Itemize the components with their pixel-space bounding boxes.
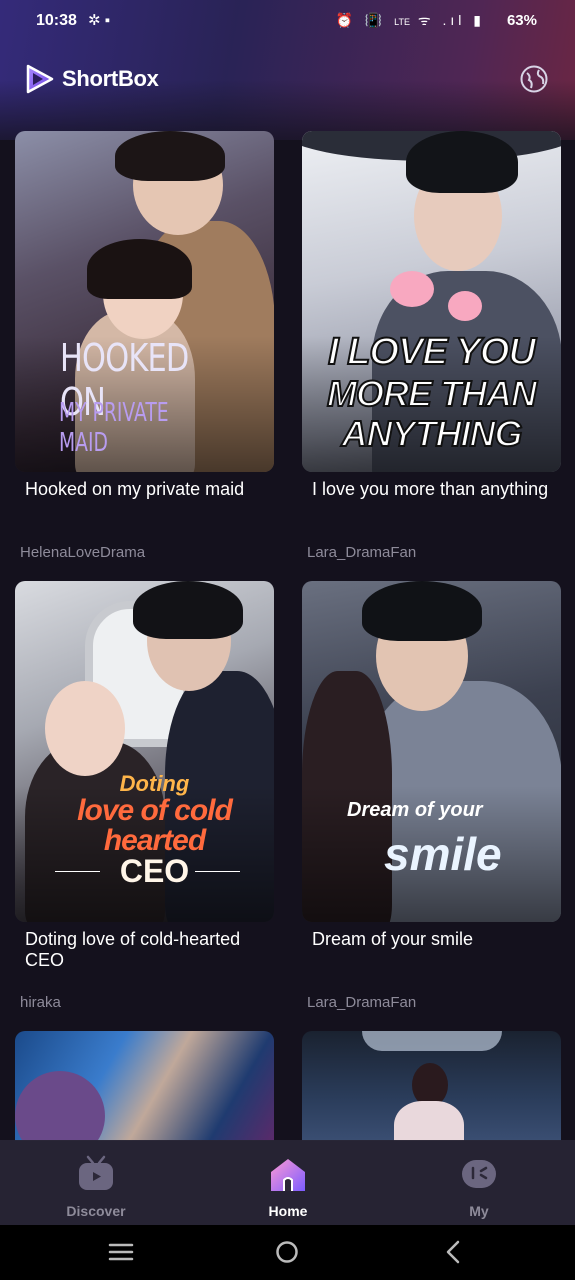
poster-figure (15, 1071, 105, 1141)
poster-figure (115, 131, 225, 181)
drama-card[interactable] (302, 1031, 561, 1141)
poster-title-line: smile (384, 828, 502, 880)
nav-label: My (469, 1203, 489, 1219)
nav-label: Discover (66, 1203, 126, 1219)
heart-shape (390, 271, 434, 307)
app-title: ShortBox (62, 66, 159, 91)
drama-author: hiraka (20, 994, 61, 1011)
drama-card[interactable] (15, 1031, 274, 1141)
status-time: 10:38 (36, 12, 77, 29)
play-triangle-icon (26, 64, 54, 94)
profile-chat-icon (462, 1160, 496, 1188)
status-bar: 10:38 ✲ ▪ ⏰ 📳 LTE ᯤ .ıl ▮ 63% (0, 0, 575, 42)
poster-title-line: Dream of your (347, 799, 483, 821)
drama-title[interactable]: Hooked on my private maid (25, 479, 265, 500)
poster-title-line: MY PRIVATE MAID (59, 398, 169, 458)
home-circle-icon[interactable] (275, 1240, 299, 1264)
drama-poster[interactable]: Dream of your smile (302, 581, 561, 922)
drama-poster[interactable]: HOOKED ON MY PRIVATE MAID (15, 131, 274, 472)
bottom-nav: Discover Home My (0, 1140, 575, 1225)
poster-title-line: ANYTHING (341, 412, 524, 455)
recent-apps-icon[interactable] (108, 1241, 134, 1263)
nav-item-my[interactable]: My (419, 1140, 539, 1225)
globe-icon[interactable] (519, 64, 549, 94)
drama-author: Lara_DramaFan (307, 544, 417, 561)
nav-label: Home (268, 1203, 308, 1219)
nav-item-home[interactable]: Home (228, 1140, 348, 1225)
battery-level: 63% (506, 12, 537, 29)
poster-title-line: I LOVE YOU (327, 330, 537, 374)
heart-shape (448, 291, 482, 321)
drama-title[interactable]: Doting love of cold-hearted CEO (25, 929, 265, 971)
poster-figure (133, 581, 243, 639)
divider (55, 871, 100, 872)
back-icon[interactable] (443, 1239, 463, 1265)
drama-card[interactable]: I LOVE YOU MORE THAN ANYTHING I love you… (302, 131, 561, 571)
drama-card[interactable]: Dream of your smile Dream of your smile … (302, 581, 561, 1021)
chandelier-shape (362, 1031, 502, 1051)
drama-poster[interactable]: I LOVE YOU MORE THAN ANYTHING (302, 131, 561, 472)
house-icon (271, 1159, 305, 1191)
poster-figure (406, 131, 518, 193)
drama-card[interactable]: Doting love of cold hearted CEO Doting l… (15, 581, 274, 1021)
network-label: LTE (394, 17, 410, 27)
poster-title-line: love of cold (77, 794, 233, 827)
poster-title-line: MORE THAN (326, 372, 538, 415)
divider (195, 871, 240, 872)
tv-play-icon (79, 1155, 113, 1190)
poster-figure (394, 1101, 464, 1141)
drama-poster[interactable] (302, 1031, 561, 1141)
drama-card[interactable]: HOOKED ON MY PRIVATE MAID Hooked on my p… (15, 131, 274, 571)
poster-figure (45, 681, 125, 776)
signal-icons: ⏰ 📳 LTE ᯤ .ıl ▮ (335, 12, 485, 28)
app-header: ShortBox (0, 56, 575, 102)
drama-poster[interactable]: Doting love of cold hearted CEO (15, 581, 274, 922)
drama-title[interactable]: Dream of your smile (312, 929, 552, 950)
drama-poster[interactable] (15, 1031, 274, 1141)
nav-item-discover[interactable]: Discover (36, 1140, 156, 1225)
poster-figure (87, 239, 192, 299)
drama-author: Lara_DramaFan (307, 994, 417, 1011)
system-nav-bar (0, 1225, 575, 1280)
poster-figure (362, 581, 482, 641)
drama-title[interactable]: I love you more than anything (312, 479, 552, 500)
drama-author: HelenaLoveDrama (20, 544, 146, 561)
notification-icons: ✲ ▪ (88, 12, 111, 29)
